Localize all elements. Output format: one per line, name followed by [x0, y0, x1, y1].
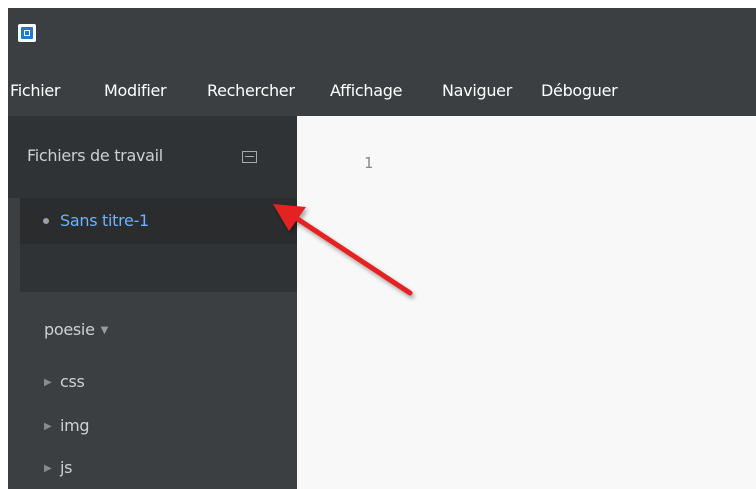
sidebar-divider-band [20, 244, 297, 292]
file-status-dot-icon [43, 218, 49, 224]
brackets-icon [18, 24, 36, 42]
tree-item-label: img [60, 416, 90, 435]
menu-modifier[interactable]: Modifier [104, 81, 167, 100]
tree-item-js[interactable]: ▶ js [44, 458, 72, 477]
working-file-item[interactable]: Sans titre-1 [20, 198, 297, 244]
menu-affichage[interactable]: Affichage [330, 81, 402, 100]
code-editor[interactable]: 1 [297, 116, 756, 489]
project-name: poesie [44, 320, 95, 339]
menu-fichier[interactable]: Fichier [10, 81, 61, 100]
tree-item-img[interactable]: ▶ img [44, 416, 90, 435]
chevron-right-icon: ▶ [44, 463, 52, 474]
menu-bar: Fichier Modifier Rechercher Affichage Na… [8, 66, 756, 116]
tree-item-label: js [60, 458, 73, 477]
menu-naviguer[interactable]: Naviguer [442, 81, 512, 100]
tree-item-label: css [60, 372, 85, 391]
sidebar: Fichiers de travail Sans titre-1 poesie ▼… [8, 116, 297, 489]
title-bar [8, 8, 756, 66]
line-number: 1 [364, 154, 374, 172]
project-tree: poesie ▼ ▶ css ▶ img ▶ js [20, 292, 297, 489]
chevron-right-icon: ▶ [44, 421, 52, 432]
split-view-icon[interactable] [242, 151, 257, 163]
tree-item-css[interactable]: ▶ css [44, 372, 85, 391]
app-window: Fichier Modifier Rechercher Affichage Na… [8, 8, 756, 489]
project-dropdown[interactable]: poesie ▼ [44, 320, 108, 339]
working-file-name: Sans titre-1 [60, 211, 149, 230]
menu-deboguer[interactable]: Déboguer [541, 81, 618, 100]
menu-rechercher[interactable]: Rechercher [207, 81, 295, 100]
chevron-right-icon: ▶ [44, 377, 52, 388]
caret-down-icon: ▼ [100, 325, 109, 336]
working-files-header: Fichiers de travail [8, 116, 297, 198]
working-files-title: Fichiers de travail [27, 146, 163, 165]
